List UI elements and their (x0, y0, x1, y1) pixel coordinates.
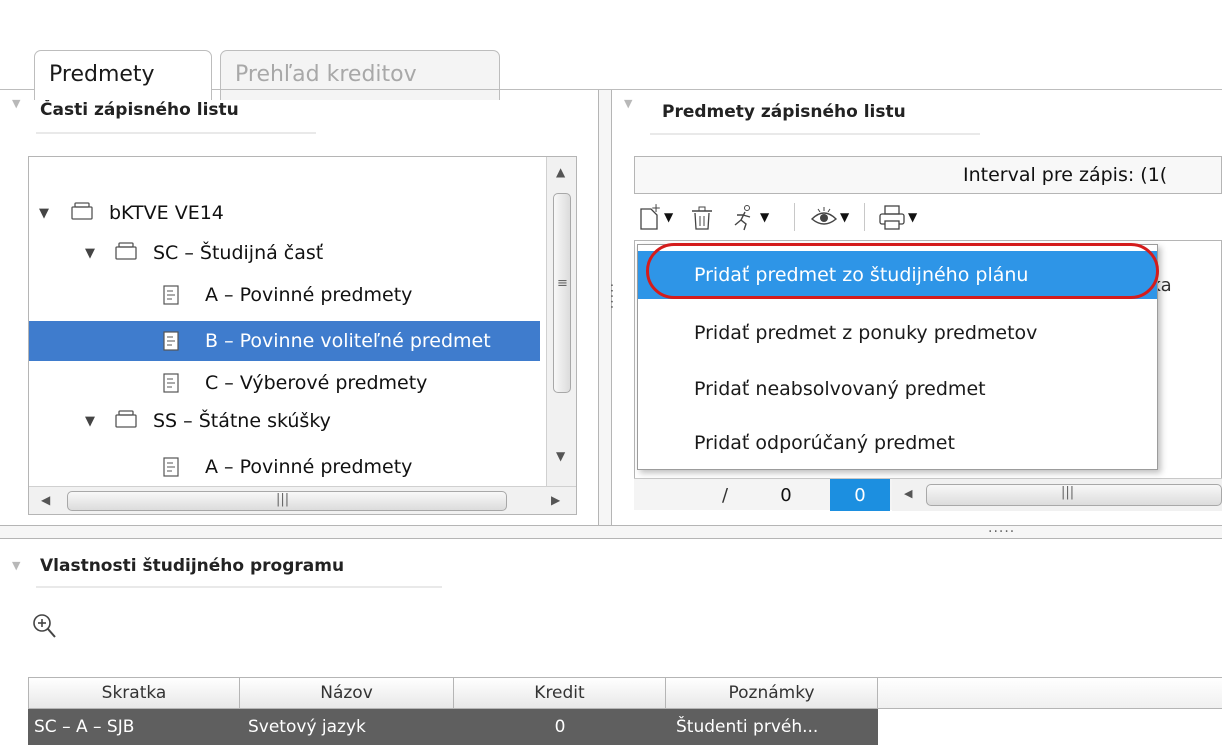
document-icon (163, 373, 179, 393)
tab-prehlad-kreditov[interactable]: Prehľad kreditov (220, 50, 500, 100)
add-subject-menu: Pridať predmet zo študijného plánu Prida… (637, 244, 1158, 470)
pager-total: 0 (780, 484, 792, 506)
expand-arrow-icon[interactable]: ▼ (85, 246, 95, 261)
horizontal-splitter-grip-icon[interactable]: ····· (988, 524, 1015, 540)
folder-icon (71, 202, 93, 220)
tree-item-sc-b[interactable]: B – Povinne voliteľné predmet (29, 321, 540, 361)
tree-item-label: A – Povinné predmety (205, 456, 413, 478)
column-header-nazov[interactable]: Názov (240, 677, 454, 709)
column-header-kredit[interactable]: Kredit (454, 677, 666, 709)
bottom-panel-title: Vlastnosti študijného programu (40, 556, 345, 576)
tree-item-label: B – Povinne voliteľné predmet (205, 330, 491, 352)
tree-horizontal-scrollbar[interactable]: ◀ ||| ▶ (29, 486, 576, 514)
table-header-filler (878, 677, 1222, 709)
runner-icon (734, 205, 751, 231)
scroll-left-icon[interactable]: ◀ (41, 493, 50, 507)
tree-horizontal-scroll-thumb[interactable]: ||| (67, 491, 507, 511)
new-document-icon: + (640, 203, 661, 230)
program-properties-table: Skratka Názov Kredit Poznámky SC – A – S… (28, 677, 1222, 753)
delete-subject-button[interactable] (690, 197, 714, 237)
toolbar-separator (864, 203, 865, 231)
table-cell-nazov[interactable]: Svetový jazyk (240, 709, 454, 745)
document-icon (163, 285, 179, 305)
expand-arrow-icon[interactable]: ▼ (39, 206, 49, 221)
document-icon (163, 331, 179, 351)
tree-vertical-scroll-thumb[interactable]: ≡ (553, 193, 571, 393)
tree-view[interactable]: ▼ bKTVE VE14 ▼ SC – Študijná časť A – Po… (28, 156, 577, 515)
scroll-left-icon[interactable]: ◀ (904, 487, 912, 500)
print-button[interactable]: ▼ (878, 197, 917, 237)
collapse-bottom-panel-icon[interactable]: ▼ (12, 559, 20, 572)
tree-item-ss-a[interactable]: A – Povinné predmety (29, 447, 549, 487)
thumb-grip-icon: ||| (276, 492, 290, 507)
menu-item-add-from-offer[interactable]: Pridať predmet z ponuky predmetov (638, 309, 1157, 357)
right-panel-title-underline (650, 133, 980, 135)
tree-item-bktve[interactable]: ▼ bKTVE VE14 (29, 193, 549, 233)
expand-arrow-icon[interactable]: ▼ (85, 414, 95, 429)
scroll-up-icon[interactable]: ▲ (556, 165, 565, 179)
column-header-poznamky[interactable]: Poznámky (666, 677, 878, 709)
horizontal-splitter[interactable] (0, 525, 1222, 539)
table-cell-poznamky[interactable]: Študenti prvéh... (666, 709, 878, 745)
column-header-skratka[interactable]: Skratka (28, 677, 240, 709)
grid-horizontal-scroll-thumb[interactable]: ||| (926, 484, 1222, 506)
tab-predmety[interactable]: Predmety (34, 50, 212, 100)
document-icon (163, 457, 179, 477)
dropdown-arrow-icon: ▼ (760, 210, 770, 224)
folder-icon (115, 242, 137, 260)
tree-item-sc-a[interactable]: A – Povinné predmety (29, 275, 549, 315)
right-panel-title: Predmety zápisného listu (662, 102, 906, 122)
dropdown-arrow-icon: ▼ (840, 210, 850, 224)
bottom-panel-title-underline (36, 586, 442, 588)
menu-item-add-recommended[interactable]: Pridať odporúčaný predmet (638, 419, 1157, 467)
tree-item-sc[interactable]: ▼ SC – Študijná časť (29, 233, 549, 273)
scroll-right-icon[interactable]: ▶ (551, 493, 560, 507)
tree-item-label: A – Povinné predmety (205, 284, 413, 306)
printer-icon (879, 205, 905, 230)
vertical-splitter-grip-icon[interactable]: ····· (603, 283, 619, 310)
add-subject-button[interactable]: + ▼ (638, 197, 673, 237)
eye-icon (810, 207, 838, 225)
tree-item-label: SC – Študijná časť (153, 242, 324, 264)
tree-item-ss[interactable]: ▼ SS – Štátne skúšky (29, 401, 549, 441)
pager-current[interactable]: 0 (830, 479, 890, 511)
menu-item-add-unpassed[interactable]: Pridať neabsolvovaný predmet (638, 365, 1157, 413)
collapse-right-panel-icon[interactable]: ▼ (624, 97, 632, 110)
grid-pager: / 0 0 ◀ ||| (634, 478, 1222, 511)
left-panel-title: Časti zápisného listu (40, 100, 239, 120)
enrollment-interval-bar: Interval pre zápis: (1( (634, 156, 1222, 194)
run-action-button[interactable]: ▼ (730, 197, 769, 237)
grid-horizontal-scrollbar[interactable]: ◀ ||| (892, 479, 1222, 511)
toolbar-separator (794, 203, 795, 231)
pager-separator: / (721, 484, 729, 506)
thumb-grip-icon: ≡ (557, 276, 568, 291)
tree-item-sc-c[interactable]: C – Výberové predmety (29, 363, 549, 403)
svg-text:+: + (651, 203, 661, 215)
trash-icon (692, 206, 712, 230)
subjects-toolbar: + ▼ ▼ ▼ ▼ (634, 197, 1034, 237)
folder-icon (115, 410, 137, 428)
tree-item-label: bKTVE VE14 (109, 202, 224, 224)
tree-vertical-scrollbar[interactable]: ▲ ≡ ▼ (546, 157, 576, 487)
dropdown-arrow-icon: ▼ (664, 210, 674, 224)
table-cell-kredit[interactable]: 0 (454, 709, 666, 745)
menu-item-add-from-study-plan[interactable]: Pridať predmet zo študijného plánu (638, 251, 1157, 299)
collapse-left-panel-icon[interactable]: ▼ (12, 97, 20, 110)
table-cell-skratka[interactable]: SC – A – SJB (28, 709, 240, 745)
view-options-button[interactable]: ▼ (810, 197, 849, 237)
left-panel-title-underline (36, 132, 316, 134)
tree-item-label: SS – Štátne skúšky (153, 410, 331, 432)
tree-item-label: C – Výberové predmety (205, 372, 428, 394)
scroll-down-icon[interactable]: ▼ (556, 449, 565, 463)
thumb-grip-icon: ||| (1061, 485, 1075, 500)
dropdown-arrow-icon: ▼ (908, 210, 918, 224)
tab-bar: Predmety Prehľad kreditov (0, 10, 1222, 100)
zoom-in-icon[interactable] (31, 612, 57, 640)
